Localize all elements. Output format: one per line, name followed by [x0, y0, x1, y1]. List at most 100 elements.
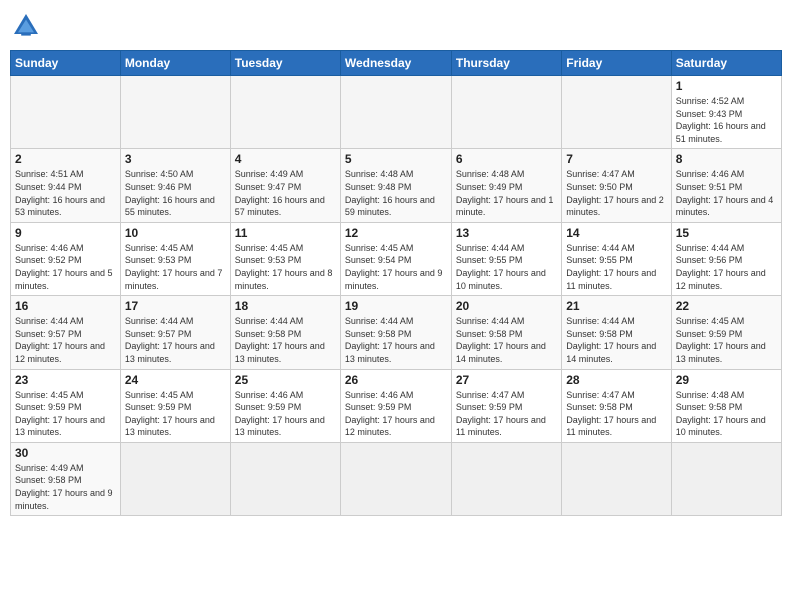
day-cell	[671, 442, 781, 515]
day-number: 14	[566, 226, 666, 240]
day-cell	[562, 442, 671, 515]
day-info: Sunrise: 4:44 AMSunset: 9:55 PMDaylight:…	[566, 242, 666, 292]
day-info: Sunrise: 4:52 AMSunset: 9:43 PMDaylight:…	[676, 95, 777, 145]
day-info: Sunrise: 4:46 AMSunset: 9:59 PMDaylight:…	[345, 389, 447, 439]
day-cell: 13 Sunrise: 4:44 AMSunset: 9:55 PMDayligh…	[451, 222, 561, 295]
day-cell: 21 Sunrise: 4:44 AMSunset: 9:58 PMDayligh…	[562, 296, 671, 369]
logo-icon	[10, 10, 42, 42]
day-cell: 19Sunrise: 4:44 AMSunset: 9:58 PMDayligh…	[340, 296, 451, 369]
day-info: Sunrise: 4:45 AMSunset: 9:59 PMDaylight:…	[15, 389, 116, 439]
day-number: 3	[125, 152, 226, 166]
day-cell	[451, 76, 561, 149]
day-info: Sunrise: 4:48 AMSunset: 9:48 PMDaylight:…	[345, 168, 447, 218]
day-cell: 8 Sunrise: 4:46 AMSunset: 9:51 PMDaylight…	[671, 149, 781, 222]
week-row-2: 2 Sunrise: 4:51 AMSunset: 9:44 PMDaylight…	[11, 149, 782, 222]
day-number: 8	[676, 152, 777, 166]
day-info: Sunrise: 4:44 AMSunset: 9:58 PMDaylight:…	[566, 315, 666, 365]
day-number: 22	[676, 299, 777, 313]
day-cell	[11, 76, 121, 149]
day-cell: 2 Sunrise: 4:51 AMSunset: 9:44 PMDaylight…	[11, 149, 121, 222]
day-cell	[120, 76, 230, 149]
day-info: Sunrise: 4:48 AMSunset: 9:58 PMDaylight:…	[676, 389, 777, 439]
weekday-header-thursday: Thursday	[451, 51, 561, 76]
day-cell: 5 Sunrise: 4:48 AMSunset: 9:48 PMDaylight…	[340, 149, 451, 222]
day-number: 25	[235, 373, 336, 387]
day-info: Sunrise: 4:46 AMSunset: 9:52 PMDaylight:…	[15, 242, 116, 292]
day-cell: 23 Sunrise: 4:45 AMSunset: 9:59 PMDayligh…	[11, 369, 121, 442]
day-cell: 30Sunrise: 4:49 AMSunset: 9:58 PMDayligh…	[11, 442, 121, 515]
weekday-header-tuesday: Tuesday	[230, 51, 340, 76]
day-cell: 22 Sunrise: 4:45 AMSunset: 9:59 PMDayligh…	[671, 296, 781, 369]
weekday-header-row: SundayMondayTuesdayWednesdayThursdayFrid…	[11, 51, 782, 76]
weekday-header-monday: Monday	[120, 51, 230, 76]
day-info: Sunrise: 4:49 AMSunset: 9:58 PMDaylight:…	[15, 462, 116, 512]
day-info: Sunrise: 4:44 AMSunset: 9:56 PMDaylight:…	[676, 242, 777, 292]
day-cell: 4 Sunrise: 4:49 AMSunset: 9:47 PMDaylight…	[230, 149, 340, 222]
day-info: Sunrise: 4:47 AMSunset: 9:50 PMDaylight:…	[566, 168, 666, 218]
header	[10, 10, 782, 42]
day-cell	[230, 76, 340, 149]
day-cell	[120, 442, 230, 515]
week-row-4: 16 Sunrise: 4:44 AMSunset: 9:57 PMDayligh…	[11, 296, 782, 369]
day-info: Sunrise: 4:45 AMSunset: 9:53 PMDaylight:…	[235, 242, 336, 292]
day-number: 1	[676, 79, 777, 93]
day-number: 23	[15, 373, 116, 387]
day-cell: 15 Sunrise: 4:44 AMSunset: 9:56 PMDayligh…	[671, 222, 781, 295]
weekday-header-friday: Friday	[562, 51, 671, 76]
calendar: SundayMondayTuesdayWednesdayThursdayFrid…	[10, 50, 782, 516]
day-cell: 9Sunrise: 4:46 AMSunset: 9:52 PMDaylight…	[11, 222, 121, 295]
day-number: 2	[15, 152, 116, 166]
day-number: 27	[456, 373, 557, 387]
day-cell	[230, 442, 340, 515]
day-number: 15	[676, 226, 777, 240]
day-cell: 26Sunrise: 4:46 AMSunset: 9:59 PMDayligh…	[340, 369, 451, 442]
day-info: Sunrise: 4:45 AMSunset: 9:59 PMDaylight:…	[676, 315, 777, 365]
logo	[10, 10, 46, 42]
day-number: 10	[125, 226, 226, 240]
day-cell: 11 Sunrise: 4:45 AMSunset: 9:53 PMDayligh…	[230, 222, 340, 295]
day-info: Sunrise: 4:47 AMSunset: 9:58 PMDaylight:…	[566, 389, 666, 439]
day-cell	[562, 76, 671, 149]
weekday-header-saturday: Saturday	[671, 51, 781, 76]
day-info: Sunrise: 4:47 AMSunset: 9:59 PMDaylight:…	[456, 389, 557, 439]
day-cell: 28 Sunrise: 4:47 AMSunset: 9:58 PMDayligh…	[562, 369, 671, 442]
week-row-5: 23 Sunrise: 4:45 AMSunset: 9:59 PMDayligh…	[11, 369, 782, 442]
day-number: 20	[456, 299, 557, 313]
day-number: 24	[125, 373, 226, 387]
day-number: 4	[235, 152, 336, 166]
day-cell	[451, 442, 561, 515]
day-cell: 14 Sunrise: 4:44 AMSunset: 9:55 PMDayligh…	[562, 222, 671, 295]
day-number: 16	[15, 299, 116, 313]
day-cell: 6Sunrise: 4:48 AMSunset: 9:49 PMDaylight…	[451, 149, 561, 222]
day-number: 11	[235, 226, 336, 240]
day-info: Sunrise: 4:51 AMSunset: 9:44 PMDaylight:…	[15, 168, 116, 218]
day-number: 12	[345, 226, 447, 240]
day-info: Sunrise: 4:44 AMSunset: 9:58 PMDaylight:…	[345, 315, 447, 365]
day-info: Sunrise: 4:44 AMSunset: 9:55 PMDaylight:…	[456, 242, 557, 292]
day-cell: 25 Sunrise: 4:46 AMSunset: 9:59 PMDayligh…	[230, 369, 340, 442]
day-number: 13	[456, 226, 557, 240]
day-cell: 29 Sunrise: 4:48 AMSunset: 9:58 PMDayligh…	[671, 369, 781, 442]
day-number: 6	[456, 152, 557, 166]
week-row-1: 1 Sunrise: 4:52 AMSunset: 9:43 PMDaylight…	[11, 76, 782, 149]
day-info: Sunrise: 4:45 AMSunset: 9:59 PMDaylight:…	[125, 389, 226, 439]
day-info: Sunrise: 4:46 AMSunset: 9:51 PMDaylight:…	[676, 168, 777, 218]
week-row-6: 30Sunrise: 4:49 AMSunset: 9:58 PMDayligh…	[11, 442, 782, 515]
day-cell	[340, 442, 451, 515]
day-info: Sunrise: 4:44 AMSunset: 9:58 PMDaylight:…	[235, 315, 336, 365]
day-number: 18	[235, 299, 336, 313]
day-number: 5	[345, 152, 447, 166]
day-cell: 27 Sunrise: 4:47 AMSunset: 9:59 PMDayligh…	[451, 369, 561, 442]
day-info: Sunrise: 4:49 AMSunset: 9:47 PMDaylight:…	[235, 168, 336, 218]
day-cell: 10Sunrise: 4:45 AMSunset: 9:53 PMDayligh…	[120, 222, 230, 295]
day-number: 21	[566, 299, 666, 313]
weekday-header-wednesday: Wednesday	[340, 51, 451, 76]
day-number: 28	[566, 373, 666, 387]
day-cell: 24 Sunrise: 4:45 AMSunset: 9:59 PMDayligh…	[120, 369, 230, 442]
day-cell: 16Sunrise: 4:44 AMSunset: 9:57 PMDayligh…	[11, 296, 121, 369]
day-info: Sunrise: 4:46 AMSunset: 9:59 PMDaylight:…	[235, 389, 336, 439]
day-cell: 7Sunrise: 4:47 AMSunset: 9:50 PMDaylight…	[562, 149, 671, 222]
day-number: 17	[125, 299, 226, 313]
day-info: Sunrise: 4:44 AMSunset: 9:57 PMDaylight:…	[125, 315, 226, 365]
day-number: 29	[676, 373, 777, 387]
